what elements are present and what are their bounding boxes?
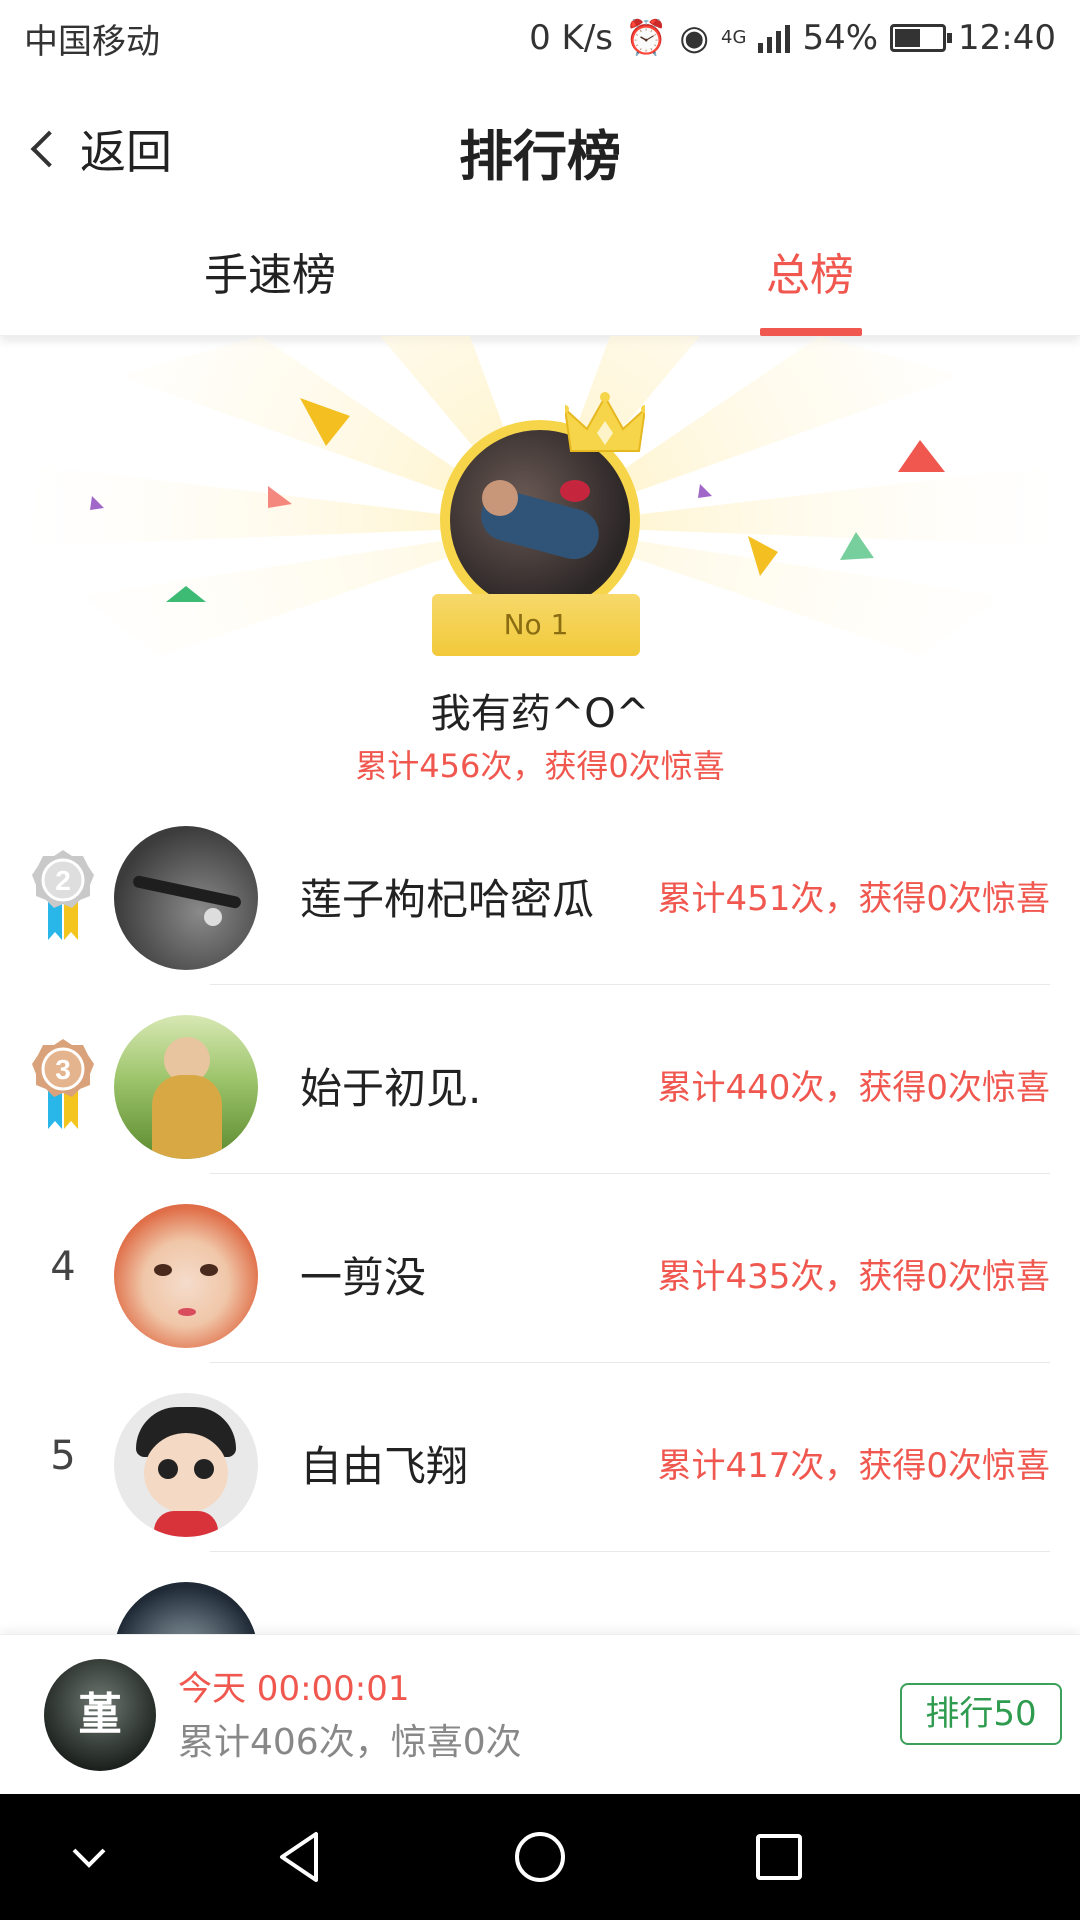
tab-speed[interactable]: 手速榜 [0,216,540,336]
medal-bronze-icon: 3 [32,1039,94,1129]
my-avatar[interactable]: 堇 [44,1659,156,1771]
battery-percent: 54% [802,18,879,58]
user-name: 始于初见. [300,1064,482,1113]
medal-silver-icon: 2 [32,850,94,940]
list-item[interactable]: 4 一剪没 累计435次，获得0次惊喜 [0,1174,1080,1363]
avatar[interactable] [114,1204,258,1348]
tab-total[interactable]: 总榜 [540,216,1080,336]
no1-badge: No 1 [432,594,640,656]
my-rank-card: 堇 今天 00:00:01 累计406次，惊喜0次 排行50 [0,1634,1080,1794]
net-speed: 0 K/s [529,18,614,58]
status-icons: 0 K/s ⏰ ◉ 4G 54% 12:40 [529,18,1056,58]
ranking-list[interactable]: 2 莲子枸杞哈密瓜 累计451次，获得0次惊喜 3 始于初见. 累计440次，获… [0,796,1080,1634]
champion-name: 我有药^O^ [430,691,650,737]
user-name: 一剪没 [300,1253,427,1302]
nav-down-icon[interactable] [56,1824,122,1890]
nav-home-icon[interactable] [507,1824,573,1890]
alarm-icon: ⏰ [625,18,668,58]
rank-number: 4 [50,1244,76,1290]
page-title: 排行榜 [459,125,621,188]
medal-rank-label: 3 [55,1054,71,1085]
system-nav-bar [0,1794,1080,1920]
list-item[interactable]: 5 自由飞翔 累计417次，获得0次惊喜 [0,1363,1080,1552]
status-bar: 中国移动 0 K/s ⏰ ◉ 4G 54% 12:40 [0,0,1080,76]
avatar[interactable] [114,1582,258,1634]
network-type: 4G [721,27,747,48]
user-name: 自由飞翔 [300,1442,469,1491]
avatar[interactable] [114,1015,258,1159]
nav-back-icon[interactable] [268,1824,334,1890]
nav-recents-icon[interactable] [746,1824,812,1890]
user-stats: 累计440次，获得0次惊喜 [657,1068,1050,1108]
user-stats: 累计417次，获得0次惊喜 [657,1446,1050,1486]
app-header: 返回 排行榜 [0,76,1080,216]
champion-section: No 1 我有药^O^ 累计456次，获得0次惊喜 [0,336,1080,796]
list-item[interactable] [0,1552,1080,1634]
carrier-label: 中国移动 [24,21,160,62]
list-item[interactable]: 3 始于初见. 累计440次，获得0次惊喜 [0,985,1080,1174]
avatar[interactable] [114,1393,258,1537]
signal-icon [758,23,791,53]
clock: 12:40 [958,18,1056,58]
medal-rank-label: 2 [55,865,71,896]
user-stats: 累计451次，获得0次惊喜 [657,879,1050,919]
eye-icon: ◉ [679,18,710,58]
champion-stats: 累计456次，获得0次惊喜 [355,747,725,785]
user-name: 莲子枸杞哈密瓜 [300,875,595,924]
rank-number: 5 [50,1433,76,1479]
user-stats: 累计435次，获得0次惊喜 [657,1257,1050,1297]
confetti-red [898,440,945,472]
list-item[interactable]: 2 莲子枸杞哈密瓜 累计451次，获得0次惊喜 [0,796,1080,985]
my-stats: 累计406次，惊喜0次 [178,1722,522,1763]
crown-icon [565,392,645,452]
avatar[interactable] [114,826,258,970]
my-rank-button[interactable]: 排行50 [900,1683,1062,1745]
battery-icon [890,24,953,52]
my-time: 今天 00:00:01 [178,1669,410,1709]
tab-bar: 手速榜 总榜 [0,216,1080,336]
